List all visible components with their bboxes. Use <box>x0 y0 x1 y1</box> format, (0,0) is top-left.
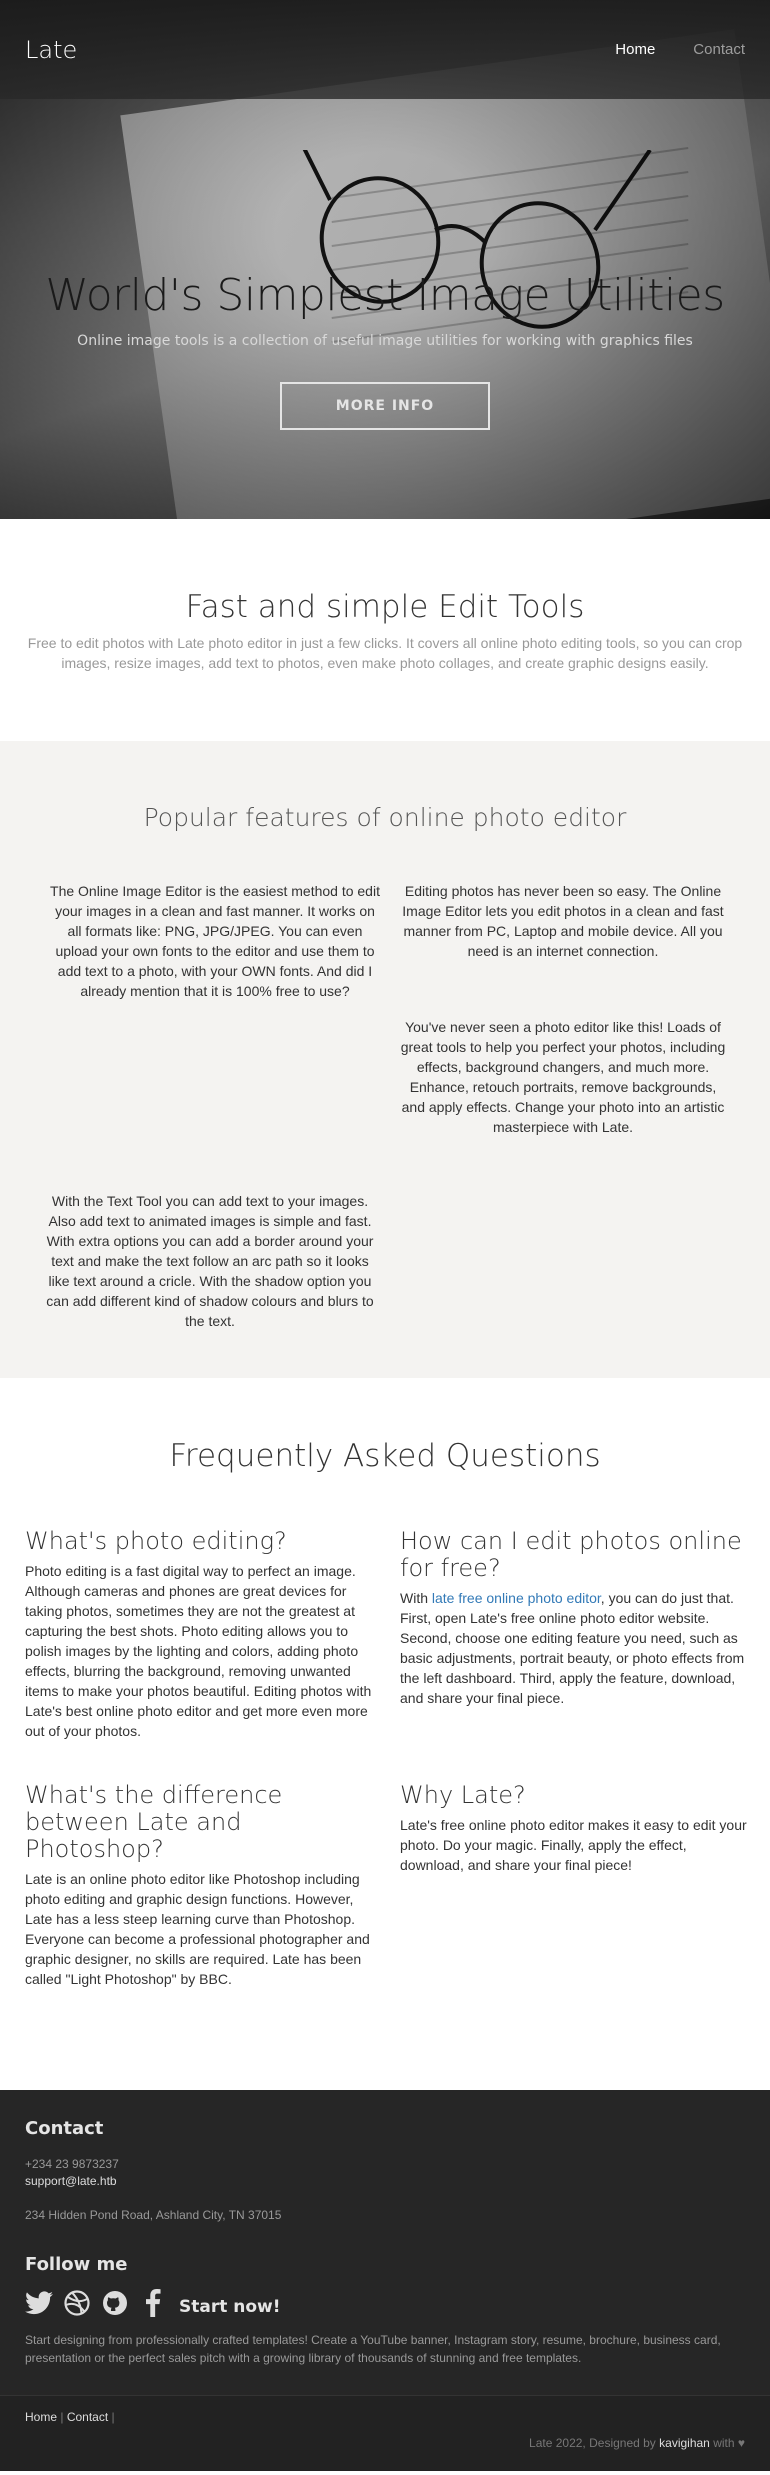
author-link[interactable]: kavigihan <box>659 2436 710 2450</box>
features-section: Popular features of online photo editor … <box>0 741 770 1378</box>
faq-answer: Photo editing is a fast digital way to p… <box>25 1563 372 1739</box>
copyright-prefix: Late 2022, Designed by <box>529 2436 660 2450</box>
feature-item: With the Text Tool you can add text to y… <box>46 1193 374 1329</box>
social-links: Start now! <box>25 2289 745 2317</box>
nav-link-home[interactable]: Home <box>615 41 655 58</box>
copyright: Late 2022, Designed by kavigihan with ♥ <box>529 2436 745 2450</box>
faq-section: Frequently Asked Questions What's photo … <box>0 1378 770 2090</box>
navbar: Late Home Contact <box>0 0 770 99</box>
twitter-icon[interactable] <box>25 2289 53 2317</box>
brand-logo[interactable]: Late <box>25 36 77 64</box>
github-icon[interactable] <box>101 2289 129 2317</box>
late-editor-link[interactable]: late free online photo editor <box>432 1590 601 1606</box>
more-info-button[interactable]: MORE INFO <box>280 382 490 430</box>
hero-subtitle: Online image tools is a collection of us… <box>77 333 693 349</box>
faq-answer-prefix: With <box>400 1590 432 1606</box>
features-title: Popular features of online photo editor <box>143 803 627 832</box>
start-now-link[interactable]: Start now! <box>179 2297 281 2317</box>
faq-item: What's the difference between Late and P… <box>25 1782 375 1989</box>
faq-answer-suffix: , you can do just that. First, open Late… <box>400 1590 745 1706</box>
contact-address: 234 Hidden Pond Road, Ashland City, TN 3… <box>25 2208 282 2222</box>
faq-question: What's photo editing? <box>25 1527 287 1555</box>
faq-question: How can I edit photos online for free? <box>400 1527 742 1582</box>
faq-answer: Late's free online photo editor makes it… <box>400 1817 747 1873</box>
follow-title: Follow me <box>25 2254 128 2275</box>
feature-item: The Online Image Editor is the easiest m… <box>50 883 380 999</box>
contact-email[interactable]: support@late.htb <box>25 2174 745 2188</box>
edit-tools-text: Free to edit photos with Late photo edit… <box>27 635 743 671</box>
nav-menu: Home Contact <box>615 41 745 58</box>
feature-item: Editing photos has never been so easy. T… <box>402 883 724 959</box>
copyright-suffix: with ♥ <box>709 2436 745 2450</box>
faq-answer: With late free online photo editor, you … <box>400 1588 750 1708</box>
facebook-icon[interactable] <box>139 2289 167 2317</box>
edit-tools-title: Fast and simple Edit Tools <box>185 589 585 625</box>
contact-phone: +234 23 9873237 <box>25 2157 119 2171</box>
footer-link-divider: | <box>111 2410 115 2424</box>
footer-description: Start designing from professionally craf… <box>25 2333 721 2365</box>
faq-answer: Late is an online photo editor like Phot… <box>25 1871 370 1987</box>
contact-title: Contact <box>25 2118 104 2139</box>
faq-item: What's photo editing? Photo editing is a… <box>25 1528 375 1741</box>
dribbble-icon[interactable] <box>63 2289 91 2317</box>
feature-item: You've never seen a photo editor like th… <box>400 1019 726 1135</box>
hero-title: World's Simplest Image Utilities <box>45 270 725 321</box>
footer-links: Home | Contact | <box>25 2410 745 2424</box>
faq-title: Frequently Asked Questions <box>169 1438 601 1474</box>
footer-link-contact[interactable]: Contact <box>67 2410 108 2424</box>
footer: Contact +234 23 9873237 support@late.htb… <box>0 2090 770 2395</box>
edit-tools-section: Fast and simple Edit Tools Free to edit … <box>0 519 770 741</box>
faq-item: How can I edit photos online for free? W… <box>400 1528 750 1708</box>
bottom-bar: Home | Contact | Late 2022, Designed by … <box>0 2395 770 2471</box>
faq-question: What's the difference between Late and P… <box>25 1781 283 1863</box>
faq-question: Why Late? <box>400 1781 526 1809</box>
faq-item: Why Late? Late's free online photo edito… <box>400 1782 750 1875</box>
hero-content: World's Simplest Image Utilities Online … <box>0 270 770 430</box>
nav-link-contact[interactable]: Contact <box>693 41 745 58</box>
footer-link-home[interactable]: Home <box>25 2410 57 2424</box>
